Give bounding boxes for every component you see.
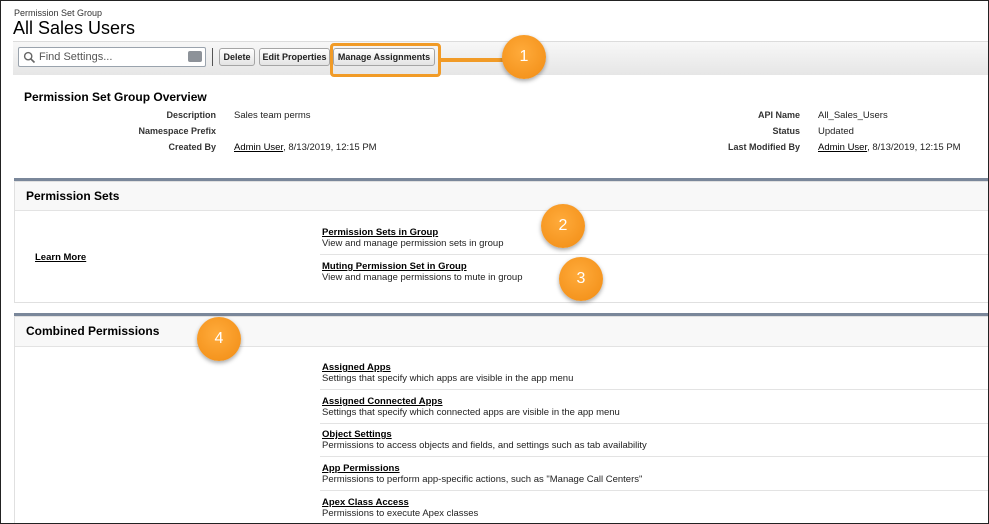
app-permissions-link[interactable]: App Permissions	[322, 463, 400, 474]
search-input[interactable]: Find Settings...	[18, 47, 206, 67]
assigned-connected-apps-link[interactable]: Assigned Connected Apps	[322, 396, 443, 407]
overview-heading: Permission Set Group Overview	[24, 90, 207, 104]
callout-badge-4: 4	[197, 317, 241, 361]
callout-connector	[441, 58, 503, 62]
api-name-label: API Name	[757, 110, 800, 120]
created-by-label: Created By	[168, 142, 216, 152]
edit-properties-button[interactable]: Edit Properties	[259, 48, 330, 66]
app-window: Permission Set Group All Sales Users Fin…	[0, 0, 989, 524]
keyboard-icon[interactable]	[188, 51, 202, 62]
divider	[320, 389, 988, 390]
divider	[320, 254, 988, 255]
muting-permission-set-desc: View and manage permissions to mute in g…	[322, 272, 523, 283]
app-permissions-desc: Permissions to perform app-specific acti…	[322, 474, 643, 485]
callout-badge-3: 3	[559, 257, 603, 301]
status-value: Updated	[818, 126, 854, 137]
last-modified-label: Last Modified By	[727, 142, 800, 152]
modified-by-date: , 8/13/2019, 12:15 PM	[867, 142, 961, 153]
object-settings-link[interactable]: Object Settings	[322, 429, 392, 440]
created-by-user-link[interactable]: Admin User	[234, 142, 283, 153]
permission-sets-heading: Permission Sets	[26, 189, 120, 203]
divider	[320, 456, 988, 457]
modified-by-user-link[interactable]: Admin User	[818, 142, 867, 153]
search-icon	[23, 51, 36, 64]
last-modified-value: Admin User, 8/13/2019, 12:15 PM	[818, 142, 961, 153]
namespace-label: Namespace Prefix	[138, 126, 216, 136]
api-name-value: All_Sales_Users	[818, 110, 888, 121]
permission-sets-in-group-desc: View and manage permission sets in group	[322, 238, 504, 249]
assigned-apps-link[interactable]: Assigned Apps	[322, 362, 391, 373]
callout-highlight	[330, 43, 441, 77]
combined-permissions-heading: Combined Permissions	[26, 324, 160, 338]
description-value: Sales team perms	[234, 110, 311, 121]
apex-class-access-desc: Permissions to execute Apex classes	[322, 508, 479, 519]
page-title: All Sales Users	[13, 18, 136, 38]
object-settings-desc: Permissions to access objects and fields…	[322, 440, 647, 451]
delete-button[interactable]: Delete	[219, 48, 255, 66]
assigned-apps-desc: Settings that specify which apps are vis…	[322, 373, 574, 384]
callout-badge-2: 2	[541, 204, 585, 248]
created-by-date: , 8/13/2019, 12:15 PM	[283, 142, 377, 153]
search-placeholder: Find Settings...	[39, 51, 113, 63]
learn-more-link[interactable]: Learn More	[35, 252, 86, 263]
breadcrumb: Permission Set Group	[14, 8, 103, 18]
assigned-connected-apps-desc: Settings that specify which connected ap…	[322, 407, 620, 418]
toolbar-divider	[212, 48, 213, 66]
created-by-value: Admin User, 8/13/2019, 12:15 PM	[234, 142, 377, 153]
divider	[320, 490, 988, 491]
status-label: Status	[772, 126, 800, 136]
description-label: Description	[166, 110, 216, 120]
muting-permission-set-link[interactable]: Muting Permission Set in Group	[322, 261, 467, 272]
permission-sets-in-group-link[interactable]: Permission Sets in Group	[322, 227, 438, 238]
divider	[320, 423, 988, 424]
permission-sets-body	[15, 211, 988, 302]
apex-class-access-link[interactable]: Apex Class Access	[322, 497, 409, 508]
callout-badge-1: 1	[502, 35, 546, 79]
